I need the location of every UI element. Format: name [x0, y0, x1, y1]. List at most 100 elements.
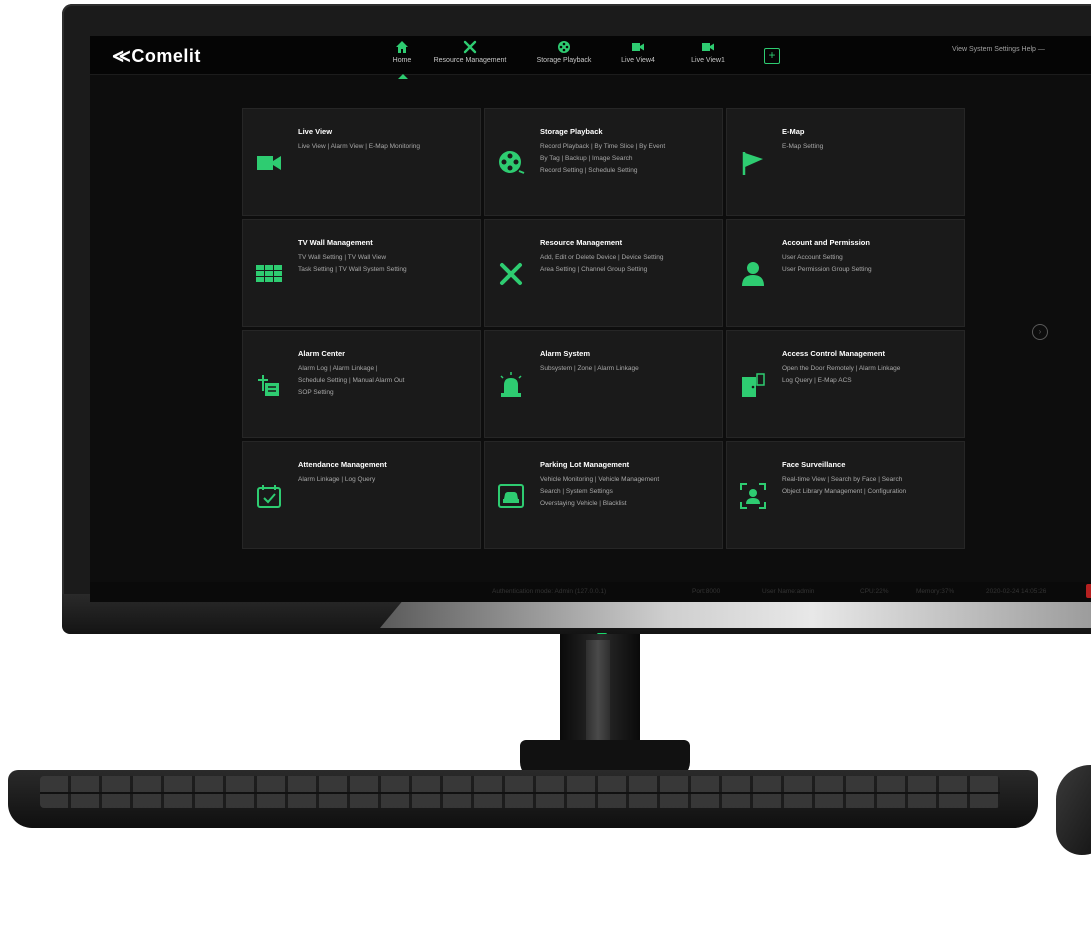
- tile-link-line[interactable]: Record Setting | Schedule Setting: [540, 165, 715, 177]
- app-screen: ≪Comelit Home Resource Management Storag…: [90, 36, 1091, 602]
- tile-title: Alarm Center: [298, 349, 346, 358]
- next-page-button[interactable]: ›: [1032, 324, 1048, 340]
- video-camera-icon: [702, 43, 714, 51]
- nav-live-view1[interactable]: Live View1: [668, 40, 748, 64]
- tile-link-line[interactable]: Area Setting | Channel Group Setting: [540, 264, 715, 276]
- add-tab-button[interactable]: +: [764, 48, 780, 64]
- tile-links: Subsystem | Zone | Alarm Linkage: [540, 363, 715, 375]
- tile-link-line[interactable]: Subsystem | Zone | Alarm Linkage: [540, 363, 715, 375]
- tile-links: Live View | Alarm View | E-Map Monitorin…: [298, 141, 473, 153]
- tile-title: Parking Lot Management: [540, 460, 630, 469]
- tile-link-line[interactable]: Alarm Linkage | Log Query: [298, 474, 473, 486]
- top-menu-links[interactable]: View System Settings Help —: [952, 46, 1045, 53]
- tile-links: Real-time View | Search by Face | Search…: [782, 474, 957, 498]
- tile-link-line[interactable]: Open the Door Remotely | Alarm Linkage: [782, 363, 957, 375]
- tile-title: Alarm System: [540, 349, 591, 358]
- film-reel-icon: [499, 151, 525, 174]
- tile-links: Add, Edit or Delete Device | Device Sett…: [540, 252, 715, 276]
- tile-link-line[interactable]: Vehicle Monitoring | Vehicle Management: [540, 474, 715, 486]
- tile-link-line[interactable]: SOP Setting: [298, 387, 473, 399]
- tile-links: Record Playback | By Time Slice | By Eve…: [540, 141, 715, 177]
- status-authentication: Authentication mode: Admin (127.0.0.1): [492, 588, 607, 595]
- tile-links: Open the Door Remotely | Alarm Linkage L…: [782, 363, 957, 387]
- tile-storage-playback[interactable]: Storage Playback Record Playback | By Ti…: [484, 108, 723, 216]
- tile-title: Resource Management: [540, 238, 623, 247]
- grid-icon: [256, 265, 282, 282]
- alarm-center-icon: [258, 375, 279, 396]
- tile-live-view[interactable]: Live View Live View | Alarm View | E-Map…: [242, 108, 481, 216]
- tile-link-line[interactable]: Add, Edit or Delete Device | Device Sett…: [540, 252, 715, 264]
- tile-link-line[interactable]: Object Library Management | Configuratio…: [782, 486, 957, 498]
- tile-links: E-Map Setting: [782, 141, 957, 153]
- status-memory: Memory:37%: [916, 588, 955, 595]
- tile-link-line[interactable]: Overstaying Vehicle | Blacklist: [540, 498, 715, 510]
- tile-link-line[interactable]: Schedule Setting | Manual Alarm Out: [298, 375, 473, 387]
- nav-label: Live View1: [691, 57, 725, 64]
- tile-link-line[interactable]: Log Query | E-Map ACS: [782, 375, 957, 387]
- tile-account-and-permission[interactable]: Account and Permission User Account Sett…: [726, 219, 965, 327]
- tile-links: TV Wall Setting | TV Wall View Task Sett…: [298, 252, 473, 276]
- tile-title: Attendance Management: [298, 460, 387, 469]
- tile-alarm-system[interactable]: Alarm System Subsystem | Zone | Alarm Li…: [484, 330, 723, 438]
- nav-resource-management[interactable]: Resource Management: [430, 40, 510, 64]
- tile-alarm-center[interactable]: Alarm Center Alarm Log | Alarm Linkage |…: [242, 330, 481, 438]
- tile-e-map[interactable]: E-Map E-Map Setting: [726, 108, 965, 216]
- tile-face-surveillance[interactable]: Face Surveillance Real-time View | Searc…: [726, 441, 965, 549]
- tile-link-line[interactable]: Live View | Alarm View | E-Map Monitorin…: [298, 141, 473, 153]
- tile-links: Vehicle Monitoring | Vehicle Management …: [540, 474, 715, 510]
- status-datetime: 2020-02-24 14:05:26: [986, 588, 1047, 595]
- tile-access-control-management[interactable]: Access Control Management Open the Door …: [726, 330, 965, 438]
- tile-title: Storage Playback: [540, 127, 603, 136]
- monitor-stand-highlight: [586, 640, 610, 740]
- car-icon: [498, 484, 524, 508]
- flag-icon: [742, 152, 763, 175]
- next-page-icon: ›: [1038, 327, 1042, 336]
- tile-link-line[interactable]: E-Map Setting: [782, 141, 957, 153]
- tile-tv-wall-management[interactable]: TV Wall Management TV Wall Setting | TV …: [242, 219, 481, 327]
- monitor-chin-highlight: [380, 602, 1091, 628]
- tile-title: Account and Permission: [782, 238, 870, 247]
- tile-link-line[interactable]: Alarm Log | Alarm Linkage |: [298, 363, 473, 375]
- nav-label: Resource Management: [433, 57, 507, 64]
- tile-link-line[interactable]: Search | System Settings: [540, 486, 715, 498]
- tile-title: TV Wall Management: [298, 238, 373, 247]
- top-navigation-bar: ≪Comelit Home Resource Management Storag…: [90, 36, 1091, 79]
- tile-parking-lot-management[interactable]: Parking Lot Management Vehicle Monitorin…: [484, 441, 723, 549]
- tile-link-line[interactable]: Task Setting | TV Wall System Setting: [298, 264, 473, 276]
- siren-icon: [500, 372, 522, 397]
- tile-title: Live View: [298, 127, 333, 136]
- alarm-indicator[interactable]: [1086, 584, 1091, 598]
- status-port: Port:8000: [692, 588, 721, 595]
- nav-label: Storage Playback: [536, 57, 592, 64]
- module-grid: Live View Live View | Alarm View | E-Map…: [242, 108, 966, 552]
- comelit-logo: ≪Comelit: [112, 46, 201, 66]
- nav-label: Live View4: [621, 57, 655, 64]
- calendar-check-icon: [257, 485, 281, 508]
- tools-icon: [463, 40, 477, 54]
- status-user: User Name:admin: [762, 588, 815, 595]
- nav-label: Home: [392, 57, 412, 64]
- tile-attendance-management[interactable]: Attendance Management Alarm Linkage | Lo…: [242, 441, 481, 549]
- tools-icon: [500, 263, 522, 285]
- tile-title: Face Surveillance: [782, 460, 846, 469]
- tile-resource-management[interactable]: Resource Management Add, Edit or Delete …: [484, 219, 723, 327]
- tile-links: Alarm Log | Alarm Linkage | Schedule Set…: [298, 363, 473, 399]
- nav-storage-playback[interactable]: Storage Playback: [524, 40, 604, 64]
- mouse: [1056, 765, 1091, 855]
- tile-title: Access Control Management: [782, 349, 885, 358]
- status-cpu: CPU:22%: [860, 588, 889, 595]
- tile-link-line[interactable]: By Tag | Backup | Image Search: [540, 153, 715, 165]
- door-icon: [742, 373, 765, 397]
- tile-link-line[interactable]: Record Playback | By Time Slice | By Eve…: [540, 141, 715, 153]
- video-camera-icon: [632, 43, 644, 51]
- plus-square-icon: +: [768, 48, 776, 62]
- film-reel-icon: [558, 41, 570, 53]
- tile-link-line[interactable]: Real-time View | Search by Face | Search: [782, 474, 957, 486]
- nav-live-view4[interactable]: Live View4: [598, 40, 678, 64]
- status-bar: Authentication mode: Admin (127.0.0.1) P…: [90, 582, 1091, 602]
- tile-title: E-Map: [782, 127, 805, 136]
- keyboard-row-gap: [40, 792, 1000, 794]
- tile-link-line[interactable]: TV Wall Setting | TV Wall View: [298, 252, 473, 264]
- tile-link-line[interactable]: User Permission Group Setting: [782, 264, 957, 276]
- tile-link-line[interactable]: User Account Setting: [782, 252, 957, 264]
